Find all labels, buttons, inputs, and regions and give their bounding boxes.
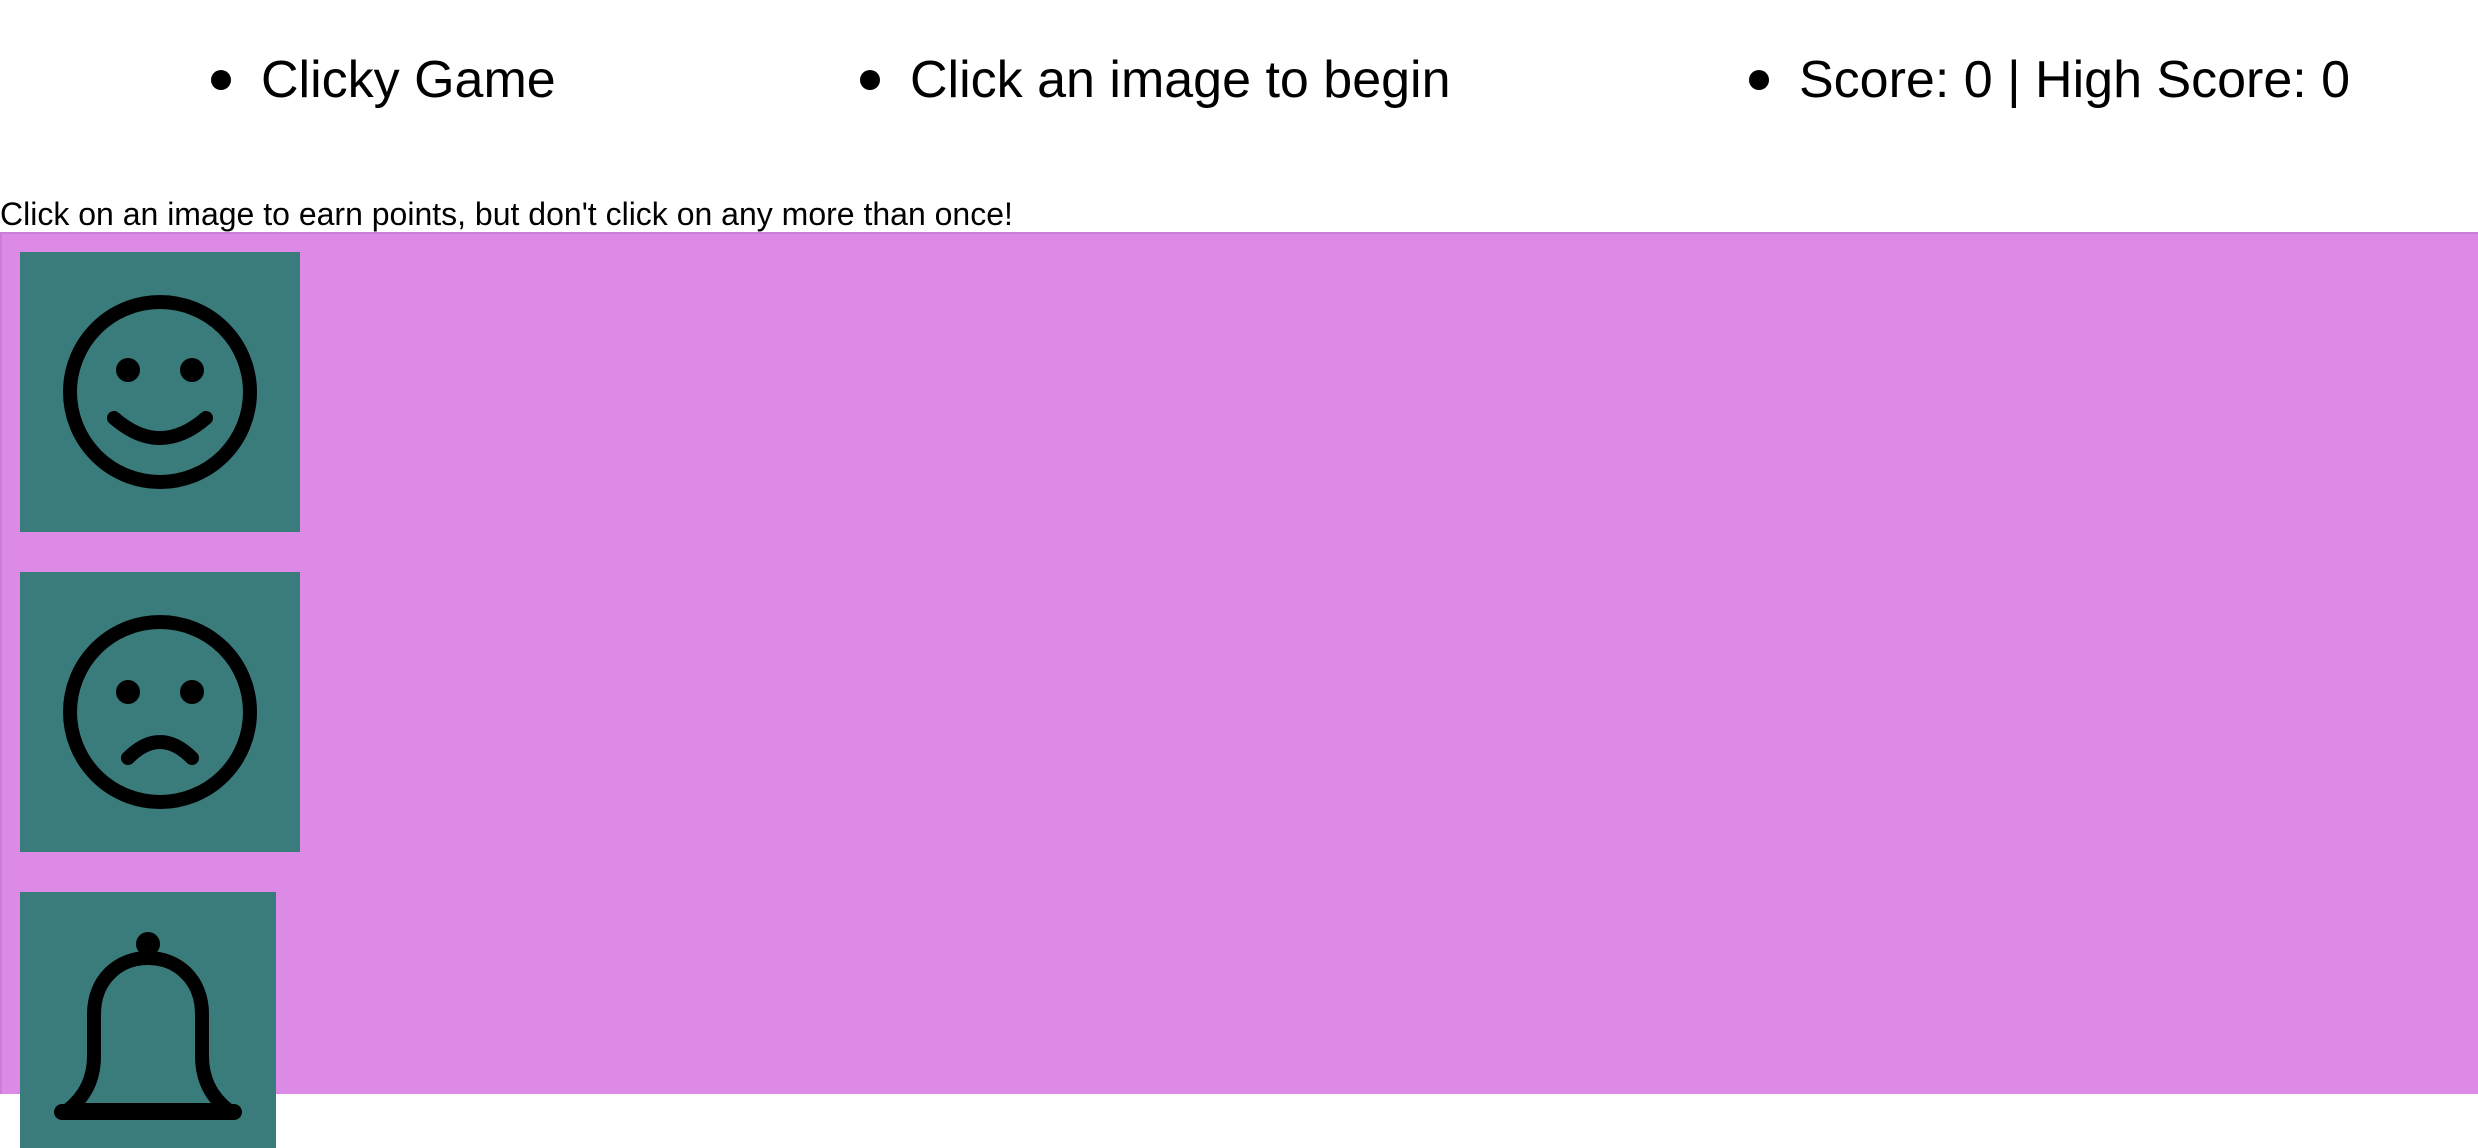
game-title: Clicky Game — [261, 51, 556, 109]
bullet-icon — [860, 70, 880, 90]
image-card-bell[interactable] — [20, 892, 276, 1148]
smile-face-icon — [63, 295, 257, 489]
bullet-icon — [211, 70, 231, 90]
bullet-icon — [1749, 70, 1769, 90]
score-display: Score: 0 | High Score: 0 — [1799, 51, 2351, 109]
frown-face-icon — [63, 615, 257, 809]
image-card-smile[interactable] — [20, 252, 300, 532]
image-card-frown[interactable] — [20, 572, 300, 852]
bell-icon — [54, 932, 242, 1120]
nav-score: Score: 0 | High Score: 0 — [1749, 48, 2351, 112]
status-message: Click an image to begin — [910, 51, 1451, 109]
instructions-text: Click on an image to earn points, but do… — [0, 196, 1013, 232]
navbar: Clicky Game Click an image to begin Scor… — [0, 0, 2478, 160]
nav-message: Click an image to begin — [860, 48, 1451, 112]
nav-title: Clicky Game — [211, 48, 556, 112]
game-board — [0, 232, 2478, 1148]
